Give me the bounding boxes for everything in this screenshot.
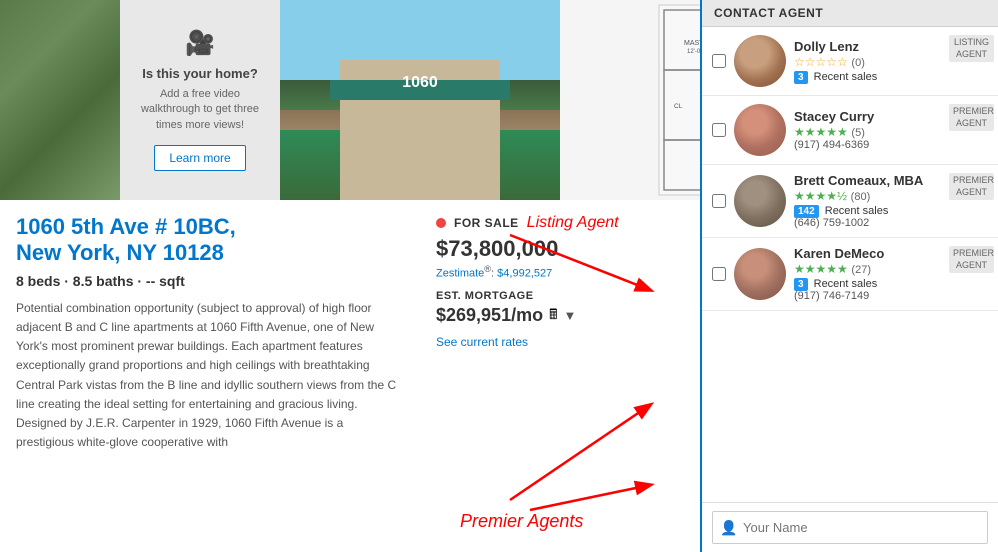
agent-phone-stacey: (917) 494-6369 — [794, 139, 988, 151]
agent-checkbox-dolly[interactable] — [712, 54, 726, 68]
agent-photo-karen — [734, 248, 786, 300]
zestimate: Zestimate®: $4,992,527 — [436, 264, 684, 280]
calculator-icon[interactable]: 🖩 — [549, 304, 557, 328]
contact-agent-header: CONTACT AGENT — [702, 0, 998, 27]
agent-phone-brett: (646) 759-1002 — [794, 217, 988, 229]
agent-tag-karen: PREMIERAGENT — [949, 246, 994, 273]
your-name-input[interactable] — [712, 511, 988, 544]
agent-tag-dolly: LISTINGAGENT — [949, 35, 994, 62]
agent-checkbox-karen[interactable] — [712, 267, 726, 281]
agent-item-brett: Brett Comeaux, MBA ★★★★½ (80) 142 Recent… — [702, 165, 998, 238]
video-overlay: 🎥 Is this your home? Add a free video wa… — [120, 0, 280, 200]
address-line2: New York, NY 10128 — [16, 240, 224, 265]
agent-item-stacey: Stacey Curry ★★★★★ (5) (917) 494-6369 PR… — [702, 96, 998, 165]
property-price: $73,800,000 — [436, 236, 684, 262]
building-image: 1060 — [280, 0, 560, 200]
dropdown-icon[interactable]: ▼ — [563, 308, 576, 323]
your-name-wrapper: 👤 — [712, 511, 988, 544]
learn-more-button[interactable]: Learn more — [154, 145, 245, 171]
agent-tag-stacey: PREMIERAGENT — [949, 104, 994, 131]
agent-phone-karen: (917) 746-7149 — [794, 290, 988, 302]
agent-photo-stacey — [734, 104, 786, 156]
overlay-title: Is this your home? — [142, 66, 258, 81]
for-sale-dot — [436, 218, 446, 228]
agent-checkbox-brett[interactable] — [712, 194, 726, 208]
building-number: 1060 — [402, 74, 438, 92]
agent-sales-karen: 3 Recent sales — [794, 278, 988, 290]
overlay-description: Add a free video walkthrough to get thre… — [130, 87, 270, 133]
property-info-right: FOR SALE Listing Agent $73,800,000 Zesti… — [420, 200, 700, 466]
property-description: Potential combination opportunity (subje… — [16, 299, 404, 453]
see-rates-link[interactable]: See current rates — [436, 335, 528, 349]
contact-agent-panel: CONTACT AGENT Dolly Lenz ☆☆☆☆☆ (0) 3 Rec… — [700, 0, 998, 552]
agent-item-karen: Karen DeMeco ★★★★★ (27) 3 Recent sales (… — [702, 238, 998, 311]
agent-checkbox-stacey[interactable] — [712, 123, 726, 137]
agent-tag-brett: PREMIERAGENT — [949, 173, 994, 200]
mortgage-amount: $269,951/mo — [436, 305, 543, 326]
agent-sales-dolly: 3 Recent sales — [794, 71, 988, 83]
property-specs: 8 beds · 8.5 baths · -- sqft — [16, 273, 404, 289]
property-address: 1060 5th Ave # 10BC, New York, NY 10128 — [16, 214, 404, 267]
for-sale-label: FOR SALE — [454, 216, 519, 230]
property-info-left: 1060 5th Ave # 10BC, New York, NY 10128 … — [0, 200, 420, 466]
agent-photo-dolly — [734, 35, 786, 87]
person-icon: 👤 — [720, 519, 737, 536]
premier-agents-label: Premier Agents — [460, 511, 583, 532]
your-name-container: 👤 — [702, 502, 998, 552]
est-mortgage-label: EST. MORTGAGE — [436, 290, 684, 302]
svg-text:CL: CL — [674, 103, 683, 110]
listing-agent-label: Listing Agent — [527, 214, 619, 232]
video-camera-icon: 🎥 — [185, 29, 215, 58]
address-line1: 1060 5th Ave # 10BC, — [16, 214, 236, 239]
main-content: 1060 5th Ave # 10BC, New York, NY 10128 … — [0, 200, 700, 466]
nature-image — [0, 0, 120, 200]
agent-item-dolly: Dolly Lenz ☆☆☆☆☆ (0) 3 Recent sales LIST… — [702, 27, 998, 96]
agent-sales-brett: 142 Recent sales — [794, 205, 988, 217]
mortgage-row: $269,951/mo 🖩 ▼ — [436, 304, 684, 328]
for-sale-row: FOR SALE Listing Agent — [436, 214, 684, 232]
agent-list: Dolly Lenz ☆☆☆☆☆ (0) 3 Recent sales LIST… — [702, 27, 998, 311]
agent-photo-brett — [734, 175, 786, 227]
